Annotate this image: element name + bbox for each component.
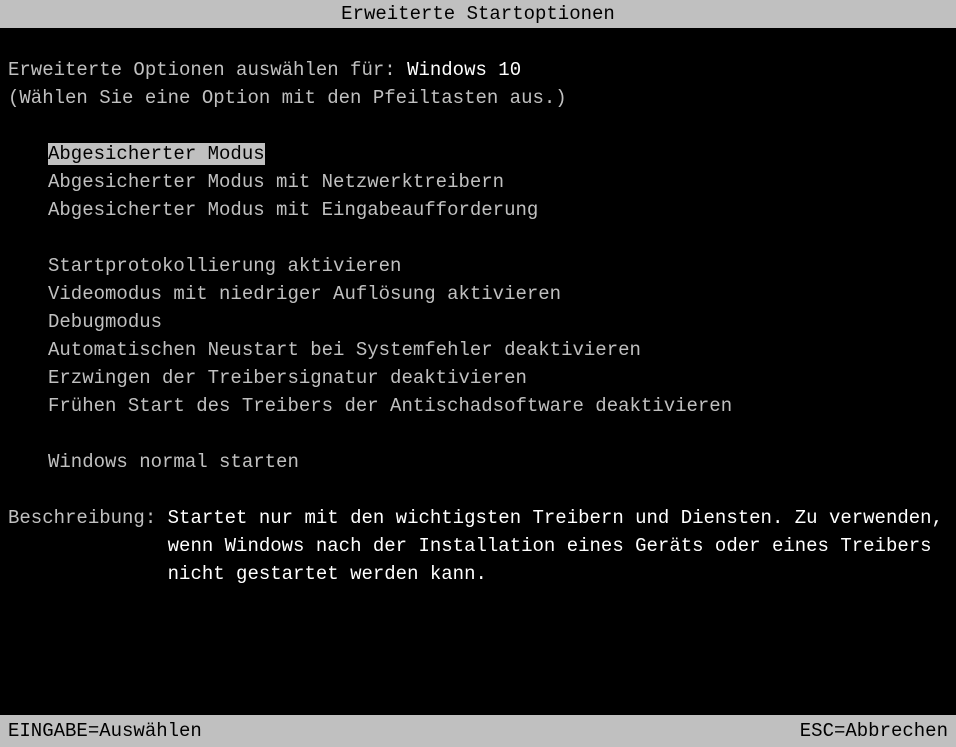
instruction-line: (Wählen Sie eine Option mit den Pfeiltas… (8, 84, 948, 112)
description-label: Beschreibung: (8, 504, 168, 588)
footer-bar: EINGABE=Auswählen ESC=Abbrechen (0, 715, 956, 747)
menu-gap (48, 420, 948, 448)
menu-item-low-res[interactable]: Videomodus mit niedriger Auflösung aktiv… (48, 280, 948, 308)
menu-item-disable-driver-sig[interactable]: Erzwingen der Treibersignatur deaktivier… (48, 364, 948, 392)
prompt-prefix: Erweiterte Optionen auswählen für: (8, 59, 407, 81)
header-title: Erweiterte Startoptionen (341, 3, 615, 25)
menu-item-safe-mode-network[interactable]: Abgesicherter Modus mit Netzwerktreibern (48, 168, 948, 196)
content-area: Erweiterte Optionen auswählen für: Windo… (0, 28, 956, 588)
footer-cancel-hint: ESC=Abbrechen (800, 715, 948, 747)
menu-item-boot-logging[interactable]: Startprotokollierung aktivieren (48, 252, 948, 280)
footer-select-hint: EINGABE=Auswählen (8, 715, 202, 747)
menu-item-disable-antimalware[interactable]: Frühen Start des Treibers der Antischads… (48, 392, 948, 420)
menu-item-safe-mode[interactable]: Abgesicherter Modus (48, 140, 265, 168)
menu-item-safe-mode-cmd[interactable]: Abgesicherter Modus mit Eingabeaufforder… (48, 196, 948, 224)
menu-item-start-normal[interactable]: Windows normal starten (48, 448, 948, 476)
os-name: Windows 10 (407, 59, 521, 81)
menu-item-debug[interactable]: Debugmodus (48, 308, 948, 336)
boot-menu[interactable]: Abgesicherter Modus Abgesicherter Modus … (48, 140, 948, 476)
menu-gap (48, 224, 948, 252)
menu-item-disable-auto-restart[interactable]: Automatischen Neustart bei Systemfehler … (48, 336, 948, 364)
header-bar: Erweiterte Startoptionen (0, 0, 956, 28)
description-text: Startet nur mit den wichtigsten Treibern… (168, 504, 948, 588)
description-block: Beschreibung: Startet nur mit den wichti… (8, 504, 948, 588)
prompt-line: Erweiterte Optionen auswählen für: Windo… (8, 56, 948, 84)
